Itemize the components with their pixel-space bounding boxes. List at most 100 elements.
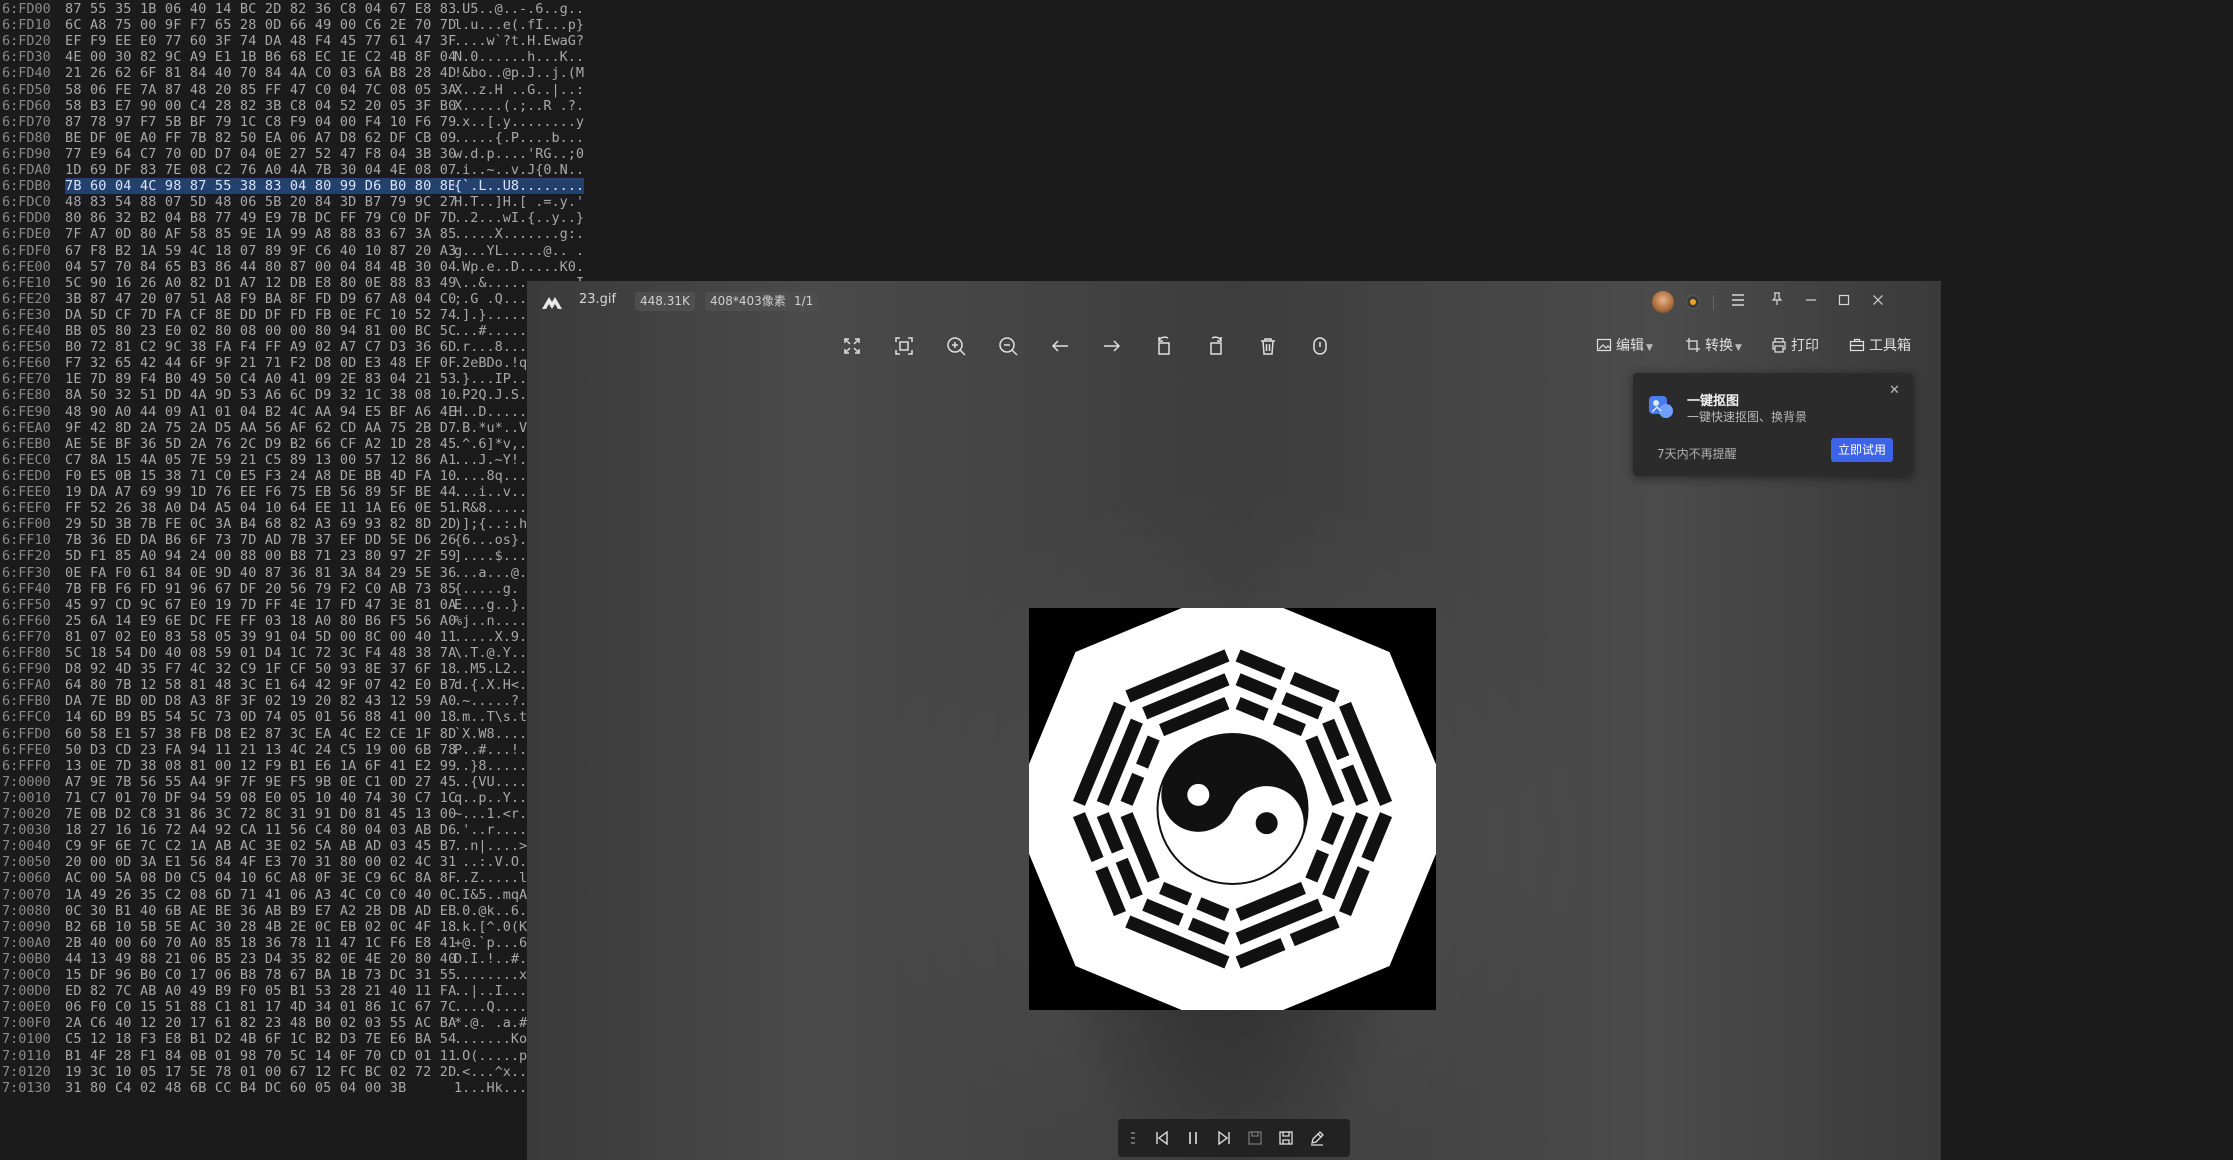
hex-bytes[interactable]: 7B 60 04 4C 98 87 55 38 83 04 80 99 D6 B… (65, 178, 457, 195)
hex-bytes[interactable]: 81 07 02 E0 83 58 05 39 91 04 5D 00 8C 0… (65, 629, 456, 646)
hex-bytes[interactable]: BB 05 80 23 E0 02 80 08 00 00 80 94 81 0… (65, 323, 456, 340)
hex-bytes[interactable]: D8 92 4D 35 F7 4C 32 C9 1F CF 50 93 8E 3… (65, 661, 456, 678)
hex-bytes[interactable]: 7E 0B D2 C8 31 86 3C 72 8C 31 91 D0 81 4… (65, 806, 456, 823)
hex-bytes[interactable]: 5D F1 85 A0 94 24 00 88 00 B8 71 23 80 9… (65, 548, 456, 565)
hex-bytes[interactable]: 13 0E 7D 38 08 81 00 12 F9 B1 E6 1A 6F 4… (65, 758, 456, 775)
hex-bytes[interactable]: 2B 40 00 60 70 A0 85 18 36 78 11 47 1C F… (65, 935, 456, 952)
rotate-left-icon[interactable] (1149, 331, 1179, 361)
hex-ascii[interactable]: ..2...wI.{..y..} (454, 210, 584, 227)
popup-close-icon[interactable]: ✕ (1889, 383, 1900, 398)
hex-bytes[interactable]: 04 57 70 84 65 B3 86 44 80 87 00 04 84 4… (65, 259, 456, 276)
next-arrow-icon[interactable] (1097, 331, 1127, 361)
hex-bytes[interactable]: 64 80 7B 12 58 81 48 3C E1 64 42 9F 07 4… (65, 677, 456, 694)
hex-bytes[interactable]: 19 DA A7 69 99 1D 76 EE F6 75 EB 56 89 5… (65, 484, 456, 501)
hex-bytes[interactable]: B2 6B 10 5B 5E AC 30 28 4B 2E 0C EB 02 0… (65, 919, 456, 936)
close-icon[interactable] (1867, 291, 1889, 313)
hex-bytes[interactable]: 58 06 FE 7A 87 48 20 85 FF 47 C0 04 7C 0… (65, 82, 456, 99)
hex-ascii[interactable]: {`.L..U8........ (454, 178, 585, 195)
rotate-right-icon[interactable] (1201, 331, 1231, 361)
hex-bytes[interactable]: F0 E5 0B 15 38 71 C0 E5 F3 24 A8 DE BB 4… (65, 468, 456, 485)
fit-window-icon[interactable] (889, 331, 919, 361)
next-frame-icon[interactable] (1214, 1128, 1234, 1148)
hex-ascii[interactable]: l.u...e(.fI...p} (454, 17, 584, 34)
hex-bytes[interactable]: 71 C7 01 70 DF 94 59 08 E0 05 10 40 74 3… (65, 790, 456, 807)
hex-bytes[interactable]: AE 5E BF 36 5D 2A 76 2C D9 B2 66 CF A2 1… (65, 436, 456, 453)
hex-bytes[interactable]: 7B 36 ED DA B6 6F 73 7D AD 7B 37 EF DD 5… (65, 532, 456, 549)
hex-ascii[interactable]: .....X.......g:. (454, 226, 584, 243)
hex-ascii[interactable]: N.0......h...K.. (454, 49, 584, 66)
hex-bytes[interactable]: 06 F0 C0 15 51 88 C1 81 17 4D 34 01 86 1… (65, 999, 456, 1016)
hex-bytes[interactable]: 1D 69 DF 83 7E 08 C2 76 A0 4A 7B 30 04 4… (65, 162, 456, 179)
hex-bytes[interactable]: 20 00 0D 3A E1 56 84 4F E3 70 31 80 00 0… (65, 854, 456, 871)
prev-arrow-icon[interactable] (1045, 331, 1075, 361)
hex-bytes[interactable]: 21 26 62 6F 81 84 40 70 84 4A C0 03 6A B… (65, 65, 456, 82)
user-avatar[interactable] (1652, 291, 1674, 313)
minimize-icon[interactable] (1800, 291, 1822, 313)
hex-ascii[interactable]: !&bo..@p.J..j.(M (454, 65, 584, 82)
save-icon[interactable] (1276, 1128, 1296, 1148)
convert-button[interactable]: 转换 ▼ (1685, 334, 1742, 358)
annotate-pen-icon[interactable] (1307, 1128, 1327, 1148)
hex-ascii[interactable]: ....w`?t.H.EwaG? (454, 33, 584, 50)
hex-bytes[interactable]: 19 3C 10 05 17 5E 78 01 00 67 12 FC BC 0… (65, 1064, 456, 1081)
hex-bytes[interactable]: 0C 30 B1 40 6B AE BE 36 AB B9 E7 A2 2B D… (65, 903, 456, 920)
hex-ascii[interactable]: .U5..@..-.6..g.. (454, 1, 584, 18)
hex-bytes[interactable]: 1A 49 26 35 C2 08 6D 71 41 06 A3 4C C0 C… (65, 887, 456, 904)
hex-bytes[interactable]: DA 5D CF 7D FA CF 8E DD DF FD FB 0E FC 1… (65, 307, 456, 324)
edit-button[interactable]: 编辑 ▼ (1596, 334, 1653, 358)
hex-bytes[interactable]: BE DF 0E A0 FF 7B 82 50 EA 06 A7 D8 62 D… (65, 130, 456, 147)
pin-icon[interactable] (1766, 291, 1788, 313)
hex-ascii[interactable]: .x..[.y........y (454, 114, 584, 131)
hex-ascii[interactable]: H.T..]H.[ .=.y.' (454, 194, 584, 211)
displayed-image[interactable] (1029, 608, 1436, 1010)
hex-bytes[interactable]: AC 00 5A 08 D0 C5 04 10 6C A8 0F 3E C9 6… (65, 870, 456, 887)
hex-bytes[interactable]: 48 83 54 88 07 5D 48 06 5B 20 84 3D B7 7… (65, 194, 456, 211)
hex-bytes[interactable]: 2A C6 40 12 20 17 61 82 23 48 B0 02 03 5… (65, 1015, 456, 1032)
hex-bytes[interactable]: 7B FB F6 FD 91 96 67 DF 20 56 79 F2 C0 A… (65, 581, 456, 598)
delete-icon[interactable] (1253, 331, 1283, 361)
hex-ascii[interactable]: X.....(.;..R .?. (454, 98, 584, 115)
hex-bytes[interactable]: 18 27 16 16 72 A4 92 CA 11 56 C4 80 04 0… (65, 822, 456, 839)
hex-bytes[interactable]: 31 80 C4 02 48 6B CC B4 DC 60 05 04 00 3… (65, 1080, 406, 1097)
hex-bytes[interactable]: 14 6D B9 B5 54 5C 73 0D 74 05 01 56 88 4… (65, 709, 456, 726)
hex-bytes[interactable]: 5C 90 16 26 A0 82 D1 A7 12 DB E8 80 0E 8… (65, 275, 456, 292)
hex-bytes[interactable]: 60 58 E1 57 38 FB D8 E2 87 3C EA 4C E2 C… (65, 726, 456, 743)
hex-bytes[interactable]: 15 DF 96 B0 C0 17 06 B8 78 67 BA 1B 73 D… (65, 967, 456, 984)
fullscreen-icon[interactable] (837, 331, 867, 361)
dont-remind-link[interactable]: 7天内不再提醒 (1657, 445, 1737, 462)
hex-bytes[interactable]: 7F A7 0D 80 AF 58 85 9E 1A 99 A8 88 83 6… (65, 226, 456, 243)
hex-bytes[interactable]: B1 4F 28 F1 84 0B 01 98 70 5C 14 0F 70 C… (65, 1048, 456, 1065)
menu-icon[interactable] (1727, 291, 1749, 313)
pause-icon[interactable] (1183, 1128, 1203, 1148)
hex-bytes[interactable]: F7 32 65 42 44 6F 9F 21 71 F2 D8 0D E3 4… (65, 355, 456, 372)
info-icon[interactable] (1305, 331, 1335, 361)
hex-bytes[interactable]: 25 6A 14 E9 6E DC FE FF 03 18 A0 80 B6 F… (65, 613, 456, 630)
hex-bytes[interactable]: 58 B3 E7 90 00 C4 28 82 3B C8 04 52 20 0… (65, 98, 456, 115)
try-now-button[interactable]: 立即试用 (1831, 438, 1893, 462)
hex-bytes[interactable]: 4E 00 30 82 9C A9 E1 1B B6 68 EC 1E C2 4… (65, 49, 456, 66)
hex-bytes[interactable]: 87 55 35 1B 06 40 14 BC 2D 82 36 C8 04 6… (65, 1, 456, 18)
hex-bytes[interactable]: ED 82 7C AB A0 49 B9 F0 05 B1 53 28 21 4… (65, 983, 456, 1000)
drag-handle-icon[interactable] (1123, 1128, 1143, 1148)
hex-ascii[interactable]: w.d.p....'RG..;0 (454, 146, 584, 163)
hex-bytes[interactable]: 87 78 97 F7 5B BF 79 1C C8 F9 04 00 F4 1… (65, 114, 456, 131)
hex-bytes[interactable]: DA 7E BD 0D D8 A3 8F 3F 02 19 20 82 43 1… (65, 693, 456, 710)
zoom-in-icon[interactable] (941, 331, 971, 361)
hex-bytes[interactable]: A7 9E 7B 56 55 A4 9F 7F 9E F5 9B 0E C1 0… (65, 774, 456, 791)
hex-bytes[interactable]: 6C A8 75 00 9F F7 65 28 0D 66 49 00 C6 2… (65, 17, 456, 34)
hex-bytes[interactable]: 9F 42 8D 2A 75 2A D5 AA 56 AF 62 CD AA 7… (65, 420, 456, 437)
hex-bytes[interactable]: 3B 87 47 20 07 51 A8 F9 BA 8F FD D9 67 A… (65, 291, 456, 308)
print-button[interactable]: 打印 (1771, 334, 1819, 358)
maximize-icon[interactable] (1833, 291, 1855, 313)
hex-bytes[interactable]: 0E FA F0 61 84 0E 9D 40 87 36 81 3A 84 2… (65, 565, 456, 582)
hex-bytes[interactable]: 77 E9 64 C7 70 0D D7 04 0E 27 52 47 F8 0… (65, 146, 456, 163)
hex-bytes[interactable]: 80 86 32 B2 04 B8 77 49 E9 7B DC FF 79 C… (65, 210, 456, 227)
hex-bytes[interactable]: C7 8A 15 4A 05 7E 59 21 C5 89 13 00 57 1… (65, 452, 456, 469)
hex-bytes[interactable]: 29 5D 3B 7B FE 0C 3A B4 68 82 A3 69 93 8… (65, 516, 456, 533)
hex-bytes[interactable]: 45 97 CD 9C 67 E0 19 7D FF 4E 17 FD 47 3… (65, 597, 456, 614)
hex-bytes[interactable]: EF F9 EE E0 77 60 3F 74 DA 48 F4 45 77 6… (65, 33, 456, 50)
hex-ascii[interactable]: g...YL.....@.. . (454, 243, 584, 260)
hex-bytes[interactable]: B0 72 81 C2 9C 38 FA F4 FF A9 02 A7 C7 D… (65, 339, 456, 356)
hex-bytes[interactable]: 1E 7D 89 F4 B0 49 50 C4 A0 41 09 2E 83 0… (65, 371, 456, 388)
hex-bytes[interactable]: 48 90 A0 44 09 A1 01 04 B2 4C AA 94 E5 B… (65, 404, 456, 421)
